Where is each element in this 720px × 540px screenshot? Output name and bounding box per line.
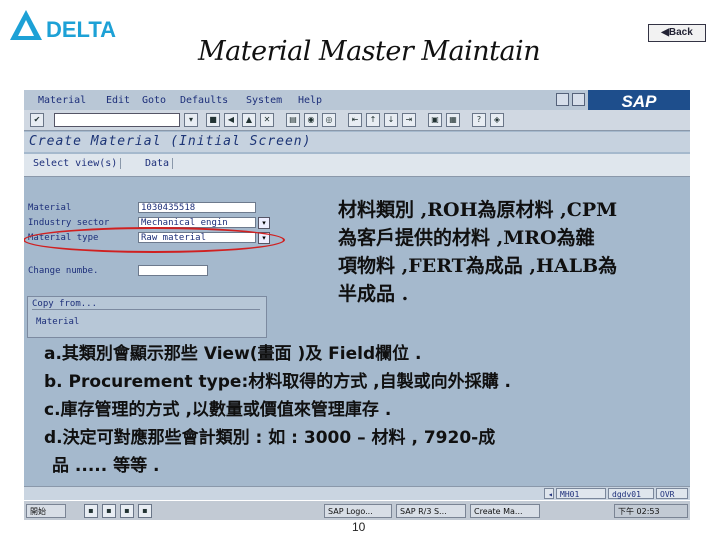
industry-lookup-icon[interactable]: ▾: [258, 217, 270, 229]
exit-icon[interactable]: ▲: [242, 113, 256, 127]
menu-help[interactable]: Help: [298, 95, 322, 106]
find-next-icon[interactable]: ◎: [322, 113, 336, 127]
quick-launch-icon[interactable]: ▪: [138, 504, 152, 518]
task-sap-logon[interactable]: SAP Logo...: [324, 504, 392, 518]
org-data-button[interactable]: Data: [142, 158, 174, 169]
menu-edit[interactable]: Edit: [106, 95, 130, 106]
new-session-icon[interactable]: ▣: [428, 113, 442, 127]
callout-line: 半成品 .: [338, 283, 409, 305]
list-item: d.決定可對應那些會計類別 : 如 : 3000 – 材料 , 7920-成: [44, 428, 496, 448]
status-client: dgdv01: [608, 488, 654, 499]
callout-line: 項物料 ,FERT為成品 ,HALB為: [338, 255, 618, 277]
cancel-icon[interactable]: ✕: [260, 113, 274, 127]
callout-line: 材料類別 ,ROH為原材料 ,CPM: [338, 199, 618, 221]
prev-page-icon[interactable]: ↑: [366, 113, 380, 127]
select-views-button[interactable]: Select view(s): [30, 158, 122, 169]
last-page-icon[interactable]: ⇥: [402, 113, 416, 127]
maximize-icon[interactable]: [572, 93, 585, 106]
dropdown-icon[interactable]: ▾: [184, 113, 198, 127]
delta-logo: DELTA: [6, 6, 132, 46]
material-type-highlight: [24, 227, 285, 253]
material-input[interactable]: 1030435518: [138, 202, 256, 213]
windows-taskbar: 開始 ▪ ▪ ▪ ▪ SAP Logo... SAP R/3 S... Crea…: [24, 500, 690, 520]
menu-material[interactable]: Material: [38, 95, 86, 106]
command-field[interactable]: [54, 113, 180, 127]
list-item: b. Procurement type:材料取得的方式 ,自製或向外採購 .: [44, 372, 512, 392]
save-icon[interactable]: ■: [206, 113, 220, 127]
system-clock: 下午 02:53: [614, 504, 688, 518]
shortcut-icon[interactable]: ▦: [446, 113, 460, 127]
copy-material-label: Material: [36, 317, 80, 327]
page-number: 10: [352, 520, 366, 534]
first-page-icon[interactable]: ⇤: [348, 113, 362, 127]
task-sap-r3[interactable]: SAP R/3 S...: [396, 504, 466, 518]
quick-launch-icon[interactable]: ▪: [102, 504, 116, 518]
find-icon[interactable]: ◉: [304, 113, 318, 127]
layout-icon[interactable]: ◈: [490, 113, 504, 127]
list-item: 品 ..... 等等 .: [52, 456, 160, 476]
quick-launch-icon[interactable]: ▪: [120, 504, 134, 518]
material-label: Material: [28, 203, 72, 213]
copy-from-label: Copy from...: [32, 299, 260, 310]
back-button[interactable]: ◀Back: [648, 24, 706, 42]
start-button[interactable]: 開始: [26, 504, 66, 518]
task-create-material[interactable]: Create Ma...: [470, 504, 540, 518]
explanation-list: a.其類別會顯示那些 View(畫面 )及 Field欄位 . b. Procu…: [44, 340, 694, 480]
industry-sector-label: Industry sector: [28, 218, 110, 228]
back-icon[interactable]: ◀: [224, 113, 238, 127]
minimize-icon[interactable]: [556, 93, 569, 106]
list-item: c.庫存管理的方式 ,以數量或價值來管理庫存 .: [44, 400, 392, 420]
slide-title: Material Master Maintain: [198, 36, 541, 67]
back-arrow-icon: ◀: [661, 27, 669, 38]
quick-launch-icon[interactable]: ▪: [84, 504, 98, 518]
status-mode: OVR: [656, 488, 688, 499]
screen-title: Create Material (Initial Screen): [24, 132, 690, 152]
menu-bar: Material Edit Goto Defaults System Help …: [24, 90, 690, 114]
list-item: a.其類別會顯示那些 View(畫面 )及 Field欄位 .: [44, 344, 422, 364]
status-arrow-icon[interactable]: ◂: [544, 488, 554, 499]
menu-goto[interactable]: Goto: [142, 95, 166, 106]
material-type-callout: 材料類別 ,ROH為原材料 ,CPM 為客戶提供的材料 ,MRO為雜 項物料 ,…: [338, 196, 668, 308]
back-label: Back: [668, 27, 693, 38]
status-bar: ◂ MH01 dgdv01 OVR: [24, 486, 690, 501]
menu-system[interactable]: System: [246, 95, 282, 106]
next-page-icon[interactable]: ↓: [384, 113, 398, 127]
print-icon[interactable]: ▤: [286, 113, 300, 127]
logo-text: DELTA: [46, 17, 116, 42]
callout-line: 為客戶提供的材料 ,MRO為雜: [338, 227, 595, 249]
menu-defaults[interactable]: Defaults: [180, 95, 228, 106]
application-toolbar: Select view(s) Data: [24, 154, 690, 177]
standard-toolbar: ✔ ▾ ■ ◀ ▲ ✕ ▤ ◉ ◎ ⇤ ↑ ↓ ⇥ ▣ ▦ ? ◈: [24, 110, 690, 131]
help-icon[interactable]: ?: [472, 113, 486, 127]
enter-icon[interactable]: ✔: [30, 113, 44, 127]
status-system: MH01: [556, 488, 606, 499]
copy-from-group: Copy from... Material: [27, 296, 267, 338]
change-number-label: Change numbe.: [28, 266, 99, 276]
change-number-input[interactable]: [138, 265, 208, 276]
